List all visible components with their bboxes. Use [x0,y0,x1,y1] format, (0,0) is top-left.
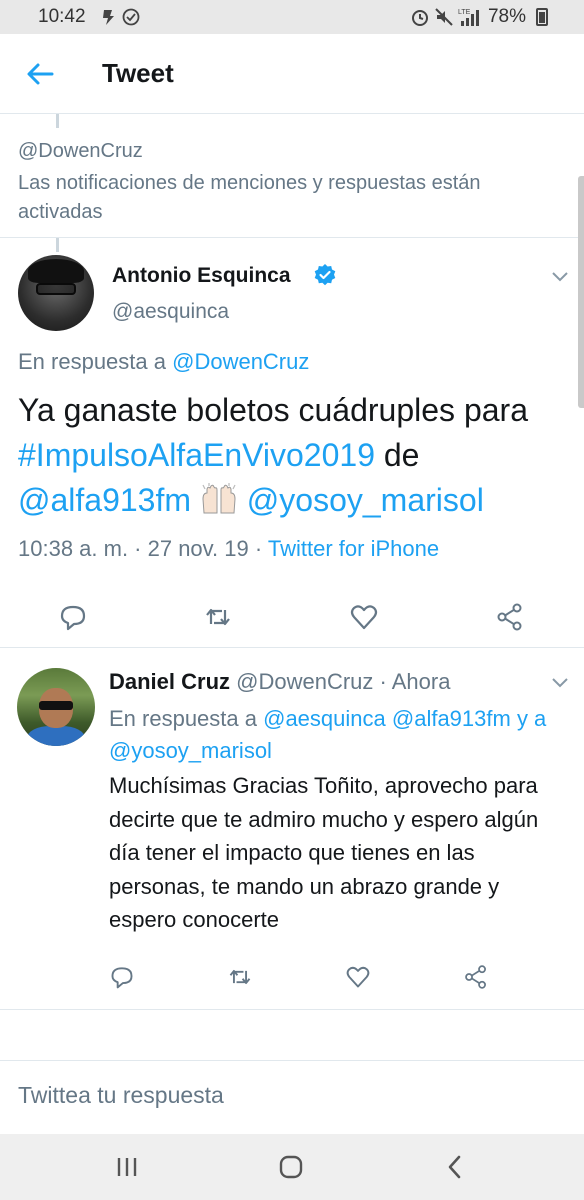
status-notification-icons [100,8,140,26]
back-icon[interactable] [440,1152,470,1182]
tweet-actions [0,964,584,994]
tweet-metadata: 10:38 a. m. · 27 nov. 19 · Twitter for i… [18,536,440,561]
retweet-icon[interactable] [227,964,253,990]
status-time: 10:42 [38,6,86,27]
reply-icon[interactable] [58,602,88,632]
system-nav-bar [0,1134,584,1200]
heart-icon[interactable] [345,964,371,990]
author-handle[interactable]: @aesquinca [112,300,229,324]
mention-link[interactable]: @alfa913fm [392,706,511,731]
tweet-text: Ya ganaste boletos cuádruples para #Impu… [18,392,528,518]
signal-icon: LTE [458,9,479,26]
status-right-icons: LTE 78% [410,6,544,28]
alarm-icon [411,10,428,26]
notification-banner: @DowenCruz Las notificaciones de mencion… [0,114,584,238]
author-handle-time[interactable]: @DowenCruz · Ahora [230,669,450,694]
app-header: Tweet [0,34,584,114]
raising-hands-emoji [202,483,236,514]
mention-link[interactable]: @alfa913fm [18,482,191,518]
reply-tweet: Daniel Cruz @DowenCruz · Ahora En respue… [0,648,584,1010]
source-link[interactable]: Twitter for iPhone [268,536,439,561]
home-icon[interactable] [276,1152,306,1182]
reply-context: En respuesta a @DowenCruz [18,349,310,374]
chevron-down-icon[interactable] [548,264,572,288]
reply-header: Daniel Cruz @DowenCruz · Ahora [109,669,450,695]
mute-icon [435,8,453,26]
avatar[interactable] [17,668,95,746]
reply-to-link[interactable]: @DowenCruz [172,349,309,374]
reply-context: En respuesta a @aesquinca @alfa913fm y a… [109,706,547,763]
divider [0,1060,584,1061]
back-button[interactable] [22,56,58,92]
share-icon[interactable] [463,964,489,990]
avatar[interactable] [18,255,94,331]
notification-handle: @DowenCruz [18,140,143,162]
mention-link[interactable]: @yosoy_marisol [247,482,484,518]
share-icon[interactable] [495,602,525,632]
reply-text: Muchísimas Gracias Toñito, aprovecho par… [109,773,539,932]
retweet-icon[interactable] [203,602,233,632]
recent-apps-icon[interactable] [112,1152,142,1182]
main-tweet: Antonio Esquinca @aesquinca En respuesta… [0,238,584,648]
hashtag-link[interactable]: #ImpulsoAlfaEnVivo2019 [18,437,375,473]
tweet-actions [0,600,584,640]
check-circle-icon [122,8,140,26]
status-bar: 10:42 LTE 78% [0,0,584,34]
reply-icon[interactable] [109,964,135,990]
verified-badge-icon [314,264,336,286]
page-title: Tweet [102,58,174,88]
mention-link[interactable]: @aesquinca [263,706,386,731]
mention-link[interactable]: @yosoy_marisol [109,738,272,763]
heart-icon[interactable] [349,602,379,632]
author-name[interactable]: Daniel Cruz [109,669,230,694]
chevron-down-icon[interactable] [548,670,572,694]
scrollbar[interactable] [578,176,584,408]
author-name[interactable]: Antonio Esquinca [112,264,291,288]
battery-percent: 78% [487,6,526,27]
battery-icon [536,8,548,26]
arrow-left-icon [27,63,54,85]
notification-icon [103,10,114,25]
reply-compose-input[interactable]: Twittea tu respuesta [18,1082,224,1109]
notification-text: Las notificaciones de menciones y respue… [18,172,481,223]
svg-text:LTE: LTE [458,9,471,16]
thread-line [56,114,59,128]
